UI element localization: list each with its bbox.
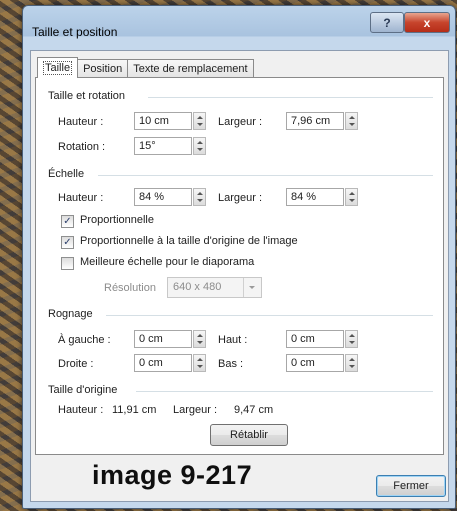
original-width-label: Largeur : (173, 404, 218, 416)
scale-height-spinner[interactable] (193, 188, 206, 206)
rotation-input[interactable]: 15° (134, 137, 192, 155)
scale-height-input[interactable]: 84 % (134, 188, 192, 206)
help-icon: ? (383, 15, 391, 30)
crop-bottom-spinner[interactable] (345, 354, 358, 372)
tab-alt-text-label: Texte de remplacement (133, 63, 248, 75)
size-tab-page: Taille et rotation Hauteur : 10 cm Large… (35, 77, 444, 455)
scale-width-spinner[interactable] (345, 188, 358, 206)
tab-size-label: Taille (43, 61, 73, 75)
scale-height-label: Hauteur : (58, 192, 104, 204)
relative-original-checkbox[interactable]: ✓ (61, 236, 74, 249)
dialog-body: Taille Position Texte de remplacement Ta… (30, 50, 449, 502)
close-button[interactable]: Fermer (376, 475, 446, 497)
size-position-dialog: Taille et position ? x Taille Position T… (22, 5, 456, 509)
crop-left-input[interactable]: 0 cm (134, 330, 192, 348)
check-icon: ✓ (63, 237, 72, 248)
help-button[interactable]: ? (370, 12, 404, 33)
crop-right-input[interactable]: 0 cm (134, 354, 192, 372)
tab-strip: Taille Position Texte de remplacement (37, 57, 254, 78)
height-label: Hauteur : (58, 116, 104, 128)
crop-right-label: Droite : (58, 358, 94, 370)
dialog-title: Taille et position (32, 25, 118, 39)
crop-left-label: À gauche : (58, 334, 111, 346)
section-size-rotation: Taille et rotation (48, 90, 126, 102)
section-original-size: Taille d'origine (48, 384, 118, 396)
original-height-label: Hauteur : (58, 404, 104, 416)
resolution-value: 640 x 480 (173, 281, 222, 293)
tab-alt-text[interactable]: Texte de remplacement (127, 59, 254, 78)
close-icon: x (423, 15, 431, 30)
tab-position-label: Position (83, 63, 123, 75)
check-icon: ✓ (63, 216, 72, 227)
height-input[interactable]: 10 cm (134, 112, 192, 130)
resolution-select[interactable]: 640 x 480 (167, 277, 262, 298)
tab-size[interactable]: Taille (37, 57, 79, 78)
rotation-spinner[interactable] (193, 137, 206, 155)
best-scale-label: Meilleure échelle pour le diaporama (80, 256, 255, 268)
rotation-label: Rotation : (58, 141, 106, 153)
width-label: Largeur : (218, 116, 263, 128)
width-spinner[interactable] (345, 112, 358, 130)
best-scale-checkbox[interactable] (61, 257, 74, 270)
chevron-down-icon (243, 278, 261, 297)
scale-width-label: Largeur : (218, 192, 263, 204)
original-height-value: 11,91 cm (112, 404, 157, 416)
resolution-label: Résolution (104, 282, 156, 294)
crop-top-input[interactable]: 0 cm (286, 330, 344, 348)
tab-position[interactable]: Position (77, 59, 129, 78)
scale-width-input[interactable]: 84 % (286, 188, 344, 206)
height-spinner[interactable] (193, 112, 206, 130)
width-input[interactable]: 7,96 cm (286, 112, 344, 130)
original-width-value: 9,47 cm (234, 404, 274, 416)
crop-top-spinner[interactable] (345, 330, 358, 348)
crop-bottom-input[interactable]: 0 cm (286, 354, 344, 372)
image-caption: image 9-217 (92, 460, 253, 490)
reset-button[interactable]: Rétablir (210, 424, 288, 446)
title-bar: Taille et position ? x (23, 6, 455, 48)
crop-bottom-label: Bas : (218, 358, 244, 370)
lock-ratio-checkbox[interactable]: ✓ (61, 215, 74, 228)
crop-right-spinner[interactable] (193, 354, 206, 372)
close-window-button[interactable]: x (404, 12, 450, 33)
crop-top-label: Haut : (218, 334, 248, 346)
section-divider (98, 175, 433, 176)
relative-original-label: Proportionnelle à la taille d'origine de… (80, 235, 298, 247)
section-divider (148, 97, 433, 98)
section-divider (106, 315, 433, 316)
lock-ratio-label: Proportionnelle (80, 214, 154, 226)
section-crop: Rognage (48, 308, 93, 320)
section-divider (136, 391, 433, 392)
section-scale: Échelle (48, 168, 85, 180)
crop-left-spinner[interactable] (193, 330, 206, 348)
